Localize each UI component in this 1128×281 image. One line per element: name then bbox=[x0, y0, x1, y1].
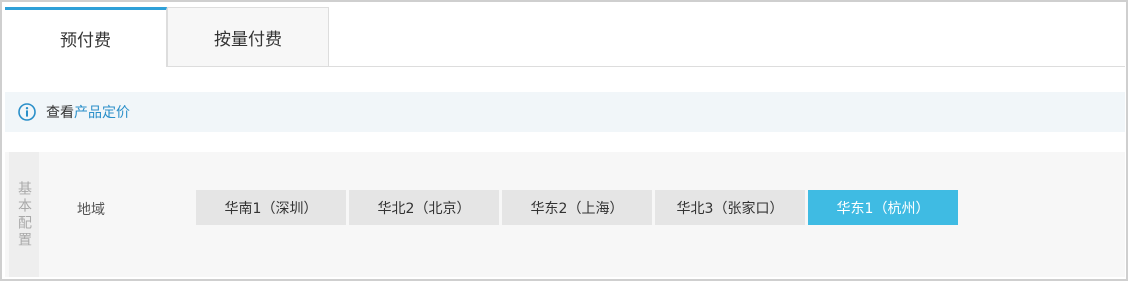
info-text: 查看 bbox=[46, 105, 74, 121]
purchase-panel: 按量付费 预付费 查看 产品定价 基本配置 地域 华南1（深圳） 华北2（北京）… bbox=[0, 0, 1128, 281]
region-field-label: 地域 bbox=[77, 202, 105, 218]
section-side-label: 基本配置 bbox=[9, 152, 39, 277]
region-option-zhangjiakou[interactable]: 华北3（张家口） bbox=[655, 190, 805, 225]
region-option-shanghai[interactable]: 华东2（上海） bbox=[502, 190, 652, 225]
tabs-divider bbox=[5, 66, 1125, 67]
region-selector: 华南1（深圳） 华北2（北京） 华东2（上海） 华北3（张家口） 华东1（杭州） bbox=[196, 190, 961, 225]
tab-prepaid[interactable]: 预付费 bbox=[5, 7, 167, 67]
region-option-hangzhou[interactable]: 华东1（杭州） bbox=[808, 190, 958, 225]
region-option-beijing[interactable]: 华北2（北京） bbox=[349, 190, 499, 225]
tab-label: 按量付费 bbox=[214, 29, 282, 50]
info-icon bbox=[18, 103, 36, 121]
product-pricing-link[interactable]: 产品定价 bbox=[74, 102, 130, 122]
basic-config-section: 基本配置 地域 华南1（深圳） 华北2（北京） 华东2（上海） 华北3（张家口）… bbox=[5, 152, 1125, 277]
section-label: 基本配置 bbox=[16, 180, 32, 249]
region-option-shenzhen[interactable]: 华南1（深圳） bbox=[196, 190, 346, 225]
tab-pay-as-you-go[interactable]: 按量付费 bbox=[167, 7, 329, 66]
tab-label: 预付费 bbox=[60, 31, 111, 51]
info-bar: 查看 产品定价 bbox=[5, 92, 1125, 132]
billing-tabs: 按量付费 预付费 bbox=[5, 7, 1125, 67]
